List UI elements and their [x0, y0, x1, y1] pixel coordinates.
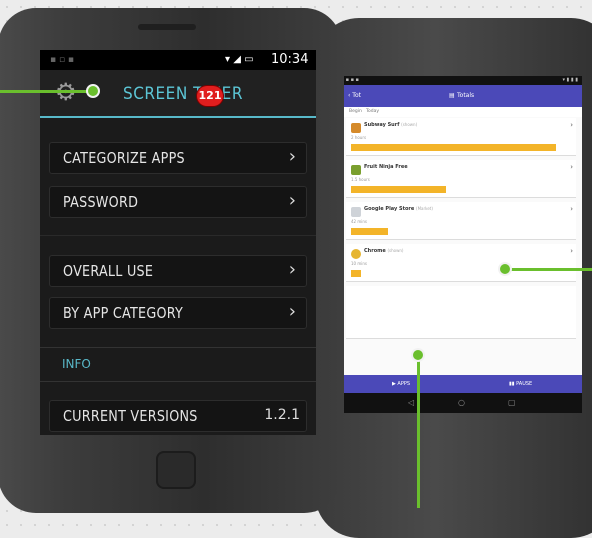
fruit-ninja-icon: [351, 165, 361, 175]
version-value: 1.2.1: [264, 407, 300, 423]
chevron-right-icon: ›: [288, 146, 296, 167]
current-versions-row: CURRENT VERSIONS 1.2.1: [49, 400, 307, 432]
chevron-right-icon: ›: [570, 163, 573, 171]
apps-button[interactable]: ▶ APPS: [392, 375, 410, 393]
chevron-right-icon: ›: [288, 301, 296, 322]
app-name: Subway Surf: [364, 122, 400, 128]
app-note: (shown): [387, 248, 404, 253]
list-item[interactable]: Subway Surf (shown) 2 hours ›: [346, 118, 576, 156]
notification-badge: 121: [197, 86, 223, 106]
usage-bar: [351, 270, 361, 277]
app-time: 42 mins: [351, 219, 367, 224]
list-item[interactable]: Chrome (shown) 10 mins ›: [346, 244, 576, 282]
chrome-icon: [351, 249, 361, 259]
menu-item-password[interactable]: PASSWORD ›: [49, 186, 307, 218]
status-time: 10:34: [271, 52, 309, 67]
usage-bar: [351, 228, 388, 235]
menu-item-by-app-category[interactable]: BY APP CATEGORY ›: [49, 297, 307, 329]
back-nav-icon[interactable]: ◁: [408, 393, 414, 413]
divider: [40, 235, 316, 236]
tab-today[interactable]: Today: [366, 107, 379, 117]
chart-icon: ▤: [449, 92, 455, 99]
menu-item-overall-use[interactable]: OVERALL USE ›: [49, 255, 307, 287]
app-note: (Market): [416, 206, 433, 211]
menu-item-label: BY APP CATEGORY: [63, 304, 184, 322]
usage-bar: [351, 144, 556, 151]
speaker-grille: [138, 24, 196, 30]
app-time: 2 hours: [351, 135, 367, 140]
section-header-info: INFO: [62, 357, 91, 371]
status-bar: ▪ ▫ ▪ ▾ ◢ ▭ 10:34: [40, 50, 316, 70]
app-title: SCREEN TIMER: [123, 84, 243, 104]
phone-front-screen: ▪ ▫ ▪ ▾ ◢ ▭ 10:34 ⚙ SCREEN TIMER CATEGOR…: [40, 50, 316, 435]
bottom-bar: ▶ APPS ▮▮ PAUSE: [344, 375, 582, 393]
status-bar: ▪ ▪ ▪ ▾ ▮ ▮ ▮: [344, 76, 582, 85]
menu-item-label: OVERALL USE: [63, 262, 154, 280]
callout-line: [417, 358, 420, 508]
chevron-right-icon: ›: [570, 205, 573, 213]
divider: [40, 347, 316, 348]
signal-icon: ▾ ◢ ▭: [225, 54, 254, 65]
tab-begin[interactable]: Begin: [349, 107, 362, 117]
phone-back-screen: ▪ ▪ ▪ ▾ ▮ ▮ ▮ ‹ Tot ▤ Totals Begin Today…: [344, 76, 582, 413]
app-name: Chrome: [364, 248, 386, 254]
appbar-title: Totals: [457, 92, 475, 99]
callout-line: [0, 90, 90, 93]
recents-nav-icon[interactable]: ▢: [508, 393, 516, 413]
app-header: ⚙ SCREEN TIMER: [40, 70, 316, 118]
play-store-icon: [351, 207, 361, 217]
menu-item-label: PASSWORD: [63, 193, 139, 211]
callout-dot: [411, 348, 425, 362]
chevron-right-icon: ›: [288, 259, 296, 280]
current-versions-label: CURRENT VERSIONS: [63, 407, 198, 425]
app-note: (shown): [401, 122, 418, 127]
list-item[interactable]: Fruit Ninja Free 1.5 hours ›: [346, 160, 576, 198]
chevron-right-icon: ›: [570, 121, 573, 129]
back-button[interactable]: ‹ Tot: [348, 85, 361, 107]
home-button[interactable]: [156, 451, 196, 489]
pause-button[interactable]: ▮▮ PAUSE: [509, 375, 532, 393]
callout-dot: [498, 262, 512, 276]
app-time: 1.5 hours: [351, 177, 370, 182]
home-nav-icon[interactable]: ○: [458, 393, 465, 413]
chevron-right-icon: ›: [570, 247, 573, 255]
usage-bar: [351, 186, 446, 193]
divider: [40, 381, 316, 382]
menu-item-label: CATEGORIZE APPS: [63, 149, 185, 167]
tab-row: Begin Today: [344, 107, 582, 117]
nav-bar: ◁ ○ ▢: [344, 393, 582, 413]
list-item-empty: [346, 286, 576, 339]
chevron-right-icon: ›: [288, 190, 296, 211]
list-item[interactable]: Google Play Store (Market) 42 mins ›: [346, 202, 576, 240]
app-bar: ‹ Tot ▤ Totals: [344, 85, 582, 107]
callout-dot: [86, 84, 100, 98]
subway-surf-icon: [351, 123, 361, 133]
app-time: 10 mins: [351, 261, 367, 266]
menu-item-categorize-apps[interactable]: CATEGORIZE APPS ›: [49, 142, 307, 174]
callout-line: [510, 268, 592, 271]
notification-icons: ▪ ▫ ▪: [50, 55, 75, 65]
app-name: Fruit Ninja Free: [364, 164, 408, 170]
app-name: Google Play Store: [364, 206, 415, 212]
